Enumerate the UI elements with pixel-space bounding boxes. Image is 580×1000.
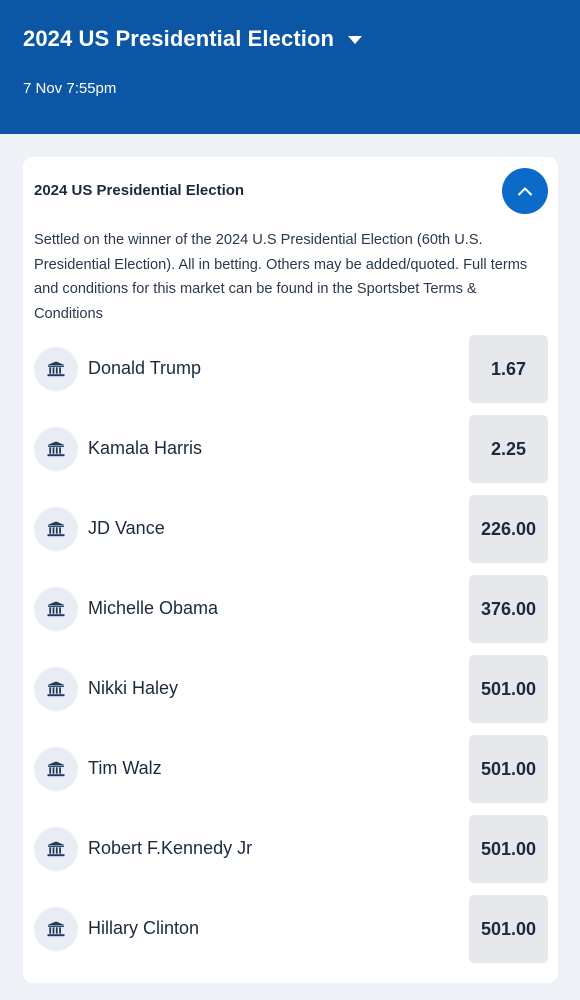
runner-name: Tim Walz bbox=[88, 758, 162, 778]
odds-button[interactable]: 501.00 bbox=[469, 655, 548, 723]
runner-name: Nikki Haley bbox=[88, 678, 179, 698]
event-datetime: 7 Nov 7:55pm bbox=[23, 80, 117, 97]
government-building-icon bbox=[34, 907, 78, 951]
government-building-icon bbox=[34, 427, 78, 471]
runner-row-6: Robert F.Kennedy Jr 501.00 bbox=[34, 815, 548, 883]
government-building-icon bbox=[34, 747, 78, 791]
odds-button[interactable]: 501.00 bbox=[469, 895, 548, 963]
odds-button[interactable]: 376.00 bbox=[469, 575, 548, 643]
odds-button[interactable]: 226.00 bbox=[469, 495, 548, 563]
runner-row-5: Tim Walz 501.00 bbox=[34, 735, 548, 803]
government-building-icon bbox=[34, 347, 78, 391]
market-selector[interactable]: 2024 US Presidential Election bbox=[23, 24, 363, 54]
runner-name: Michelle Obama bbox=[88, 598, 219, 618]
runner-row-7: Hillary Clinton 501.00 bbox=[34, 895, 548, 963]
market-title: 2024 US Presidential Election bbox=[34, 182, 245, 199]
government-building-icon bbox=[34, 507, 78, 551]
runner-row-2: JD Vance 226.00 bbox=[34, 495, 548, 563]
runner-name: Donald Trump bbox=[88, 358, 202, 378]
government-building-icon bbox=[34, 587, 78, 631]
odds-button[interactable]: 2.25 bbox=[469, 415, 548, 483]
runner-name: Robert F.Kennedy Jr bbox=[88, 838, 253, 858]
government-building-icon bbox=[34, 667, 78, 711]
odds-button[interactable]: 1.67 bbox=[469, 335, 548, 403]
page-title[interactable]: 2024 US Presidential Election bbox=[23, 26, 334, 52]
runner-name: Kamala Harris bbox=[88, 438, 203, 458]
odds-button[interactable]: 501.00 bbox=[469, 815, 548, 883]
runner-row-0: Donald Trump 1.67 bbox=[34, 335, 548, 403]
collapse-button[interactable] bbox=[502, 168, 548, 214]
market-card: 2024 US Presidential Election Settled on… bbox=[23, 157, 558, 983]
page-header: 2024 US Presidential Election 7 Nov 7:55… bbox=[0, 0, 580, 134]
runner-row-1: Kamala Harris 2.25 bbox=[34, 415, 548, 483]
chevron-up-icon bbox=[518, 187, 532, 196]
runner-name: Hillary Clinton bbox=[88, 918, 200, 938]
runner-name: JD Vance bbox=[88, 518, 165, 538]
market-description: Settled on the winner of the 2024 U.S Pr… bbox=[34, 232, 528, 322]
runner-row-3: Michelle Obama 376.00 bbox=[34, 575, 548, 643]
government-building-icon bbox=[34, 827, 78, 871]
runner-row-4: Nikki Haley 501.00 bbox=[34, 655, 548, 723]
odds-button[interactable]: 501.00 bbox=[469, 735, 548, 803]
caret-down-icon[interactable] bbox=[348, 36, 363, 44]
